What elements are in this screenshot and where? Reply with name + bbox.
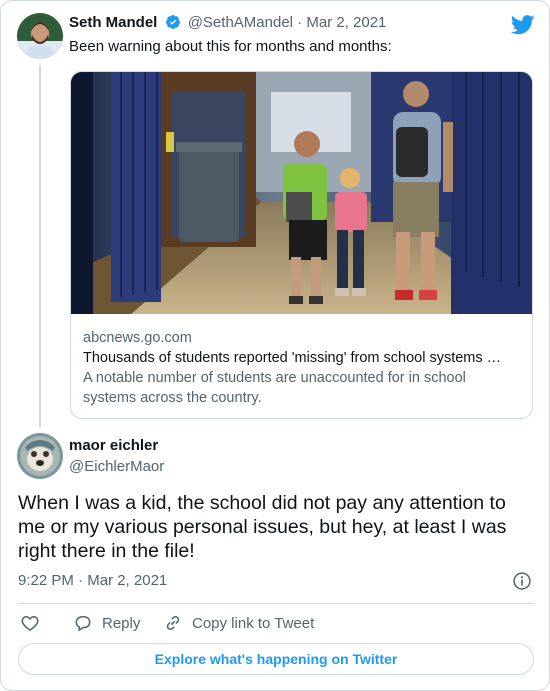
- quoted-author-handle[interactable]: @SethAMandel: [188, 14, 293, 31]
- reply-icon: [75, 616, 91, 632]
- timestamp-separator: ·: [78, 572, 84, 589]
- twitter-bird-icon[interactable]: [511, 15, 535, 35]
- tweet-timestamp[interactable]: 9:22 PM · Mar 2, 2021: [18, 572, 167, 589]
- main-author-name[interactable]: maor eichler: [69, 437, 158, 454]
- main-tweet-text: When I was a kid, the school did not pay…: [18, 492, 507, 562]
- quoted-tweet-text: Been warning about this for months and m…: [69, 38, 392, 55]
- copy-link-label: Copy link to Tweet: [192, 614, 315, 632]
- embedded-tweet-card: Seth Mandel @SethAMandel · Mar 2, 2021 B…: [0, 0, 550, 691]
- reply-label: Reply: [102, 614, 141, 632]
- quoted-author-name[interactable]: Seth Mandel: [69, 14, 157, 31]
- reply-button[interactable]: Reply: [73, 613, 140, 633]
- link-description: A notable number of students are unaccou…: [83, 370, 466, 406]
- copy-link-button[interactable]: Copy link to Tweet: [163, 613, 314, 633]
- verified-badge-icon: [165, 15, 180, 29]
- tweet-date[interactable]: Mar 2, 2021: [87, 572, 167, 589]
- link-preview-meta: abcnews.go.com Thousands of students rep…: [83, 328, 519, 408]
- main-author-handle[interactable]: @EichlerMaor: [69, 458, 164, 475]
- link-preview-image[interactable]: [71, 72, 532, 314]
- explore-button[interactable]: Explore what's happening on Twitter: [18, 643, 534, 675]
- info-icon[interactable]: [512, 571, 532, 591]
- link-title[interactable]: Thousands of students reported 'missing'…: [83, 348, 519, 368]
- actions-divider: [18, 603, 534, 604]
- maor-eichler-avatar[interactable]: [17, 433, 63, 479]
- link-icon: [166, 615, 180, 631]
- quoted-separator: ·: [297, 14, 303, 31]
- link-preview-card[interactable]: abcnews.go.com Thousands of students rep…: [70, 71, 533, 419]
- thread-connector-line: [39, 65, 41, 427]
- quoted-tweet-header: Seth Mandel @SethAMandel · Mar 2, 2021: [69, 13, 386, 33]
- tweet-time[interactable]: 9:22 PM: [18, 572, 74, 589]
- link-domain: abcnews.go.com: [83, 330, 192, 346]
- quoted-date[interactable]: Mar 2, 2021: [306, 14, 386, 31]
- seth-mandel-avatar[interactable]: [17, 13, 63, 59]
- heart-icon: [21, 615, 39, 631]
- like-button[interactable]: [20, 613, 49, 633]
